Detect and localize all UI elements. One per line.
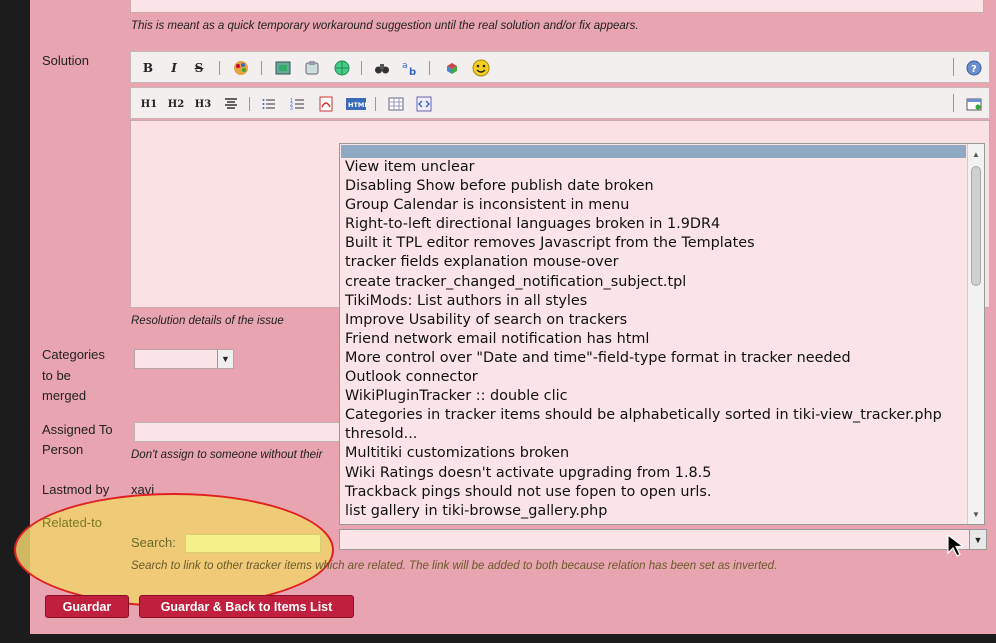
code-plugin-icon[interactable]	[415, 95, 433, 113]
strike-button[interactable]: S	[191, 59, 207, 77]
related-options-list[interactable]: View item unclear Disabling Show before p…	[339, 143, 985, 525]
related-option[interactable]: View item unclear	[340, 158, 984, 177]
replace-icon[interactable]: ab	[401, 59, 421, 77]
mouse-pointer-icon	[947, 534, 963, 557]
related-search-input[interactable]	[185, 534, 321, 553]
categories-label-3: merged	[42, 388, 87, 403]
selected-empty-option[interactable]	[341, 145, 966, 158]
related-option[interactable]: Friend network email notification has ht…	[340, 330, 984, 349]
chevron-down-icon[interactable]: ▼	[969, 530, 986, 549]
related-option[interactable]: tracker fields explanation mouse-over	[340, 253, 984, 272]
related-option[interactable]: Wiki Ratings doesn't activate upgrading …	[340, 464, 984, 483]
align-center-icon[interactable]	[223, 95, 239, 113]
pdf-icon[interactable]	[317, 95, 335, 113]
link-globe-icon[interactable]	[333, 59, 351, 77]
related-option[interactable]: Group Calendar is inconsistent in menu	[340, 196, 984, 215]
related-option[interactable]: Improve Usability of search on trackers	[340, 311, 984, 330]
unordered-list-icon[interactable]	[261, 95, 277, 113]
save-and-back-button[interactable]: Guardar & Back to Items List	[139, 595, 354, 618]
heading2-button[interactable]: H2	[166, 95, 186, 113]
related-option[interactable]: Categories in tracker items should be al…	[340, 406, 984, 425]
related-label: Related-to	[42, 515, 102, 530]
scroll-down-icon[interactable]: ▼	[968, 506, 984, 522]
find-binoculars-icon[interactable]	[373, 59, 391, 77]
editor-toolbar-2: H1 H2 H3 123 HTML	[130, 87, 990, 119]
editor-toolbar-1: B I S ab ?	[130, 51, 990, 83]
assigned-input[interactable]	[134, 422, 344, 442]
related-option[interactable]: Disabling Show before publish date broke…	[340, 177, 984, 196]
italic-button[interactable]: I	[167, 59, 181, 77]
fullscreen-icon[interactable]	[965, 95, 983, 113]
scroll-thumb[interactable]	[971, 166, 981, 286]
help-icon[interactable]: ?	[965, 59, 983, 77]
categories-select[interactable]: ▼	[134, 349, 234, 369]
related-option[interactable]: Trackback pings should not use fopen to …	[340, 483, 984, 502]
table-icon[interactable]	[387, 95, 405, 113]
ordered-list-icon[interactable]: 123	[289, 95, 305, 113]
heading3-button[interactable]: H3	[193, 95, 213, 113]
categories-label-2: to be	[42, 368, 71, 383]
related-option[interactable]: Multitiki customizations broken	[340, 444, 984, 463]
special-chars-icon[interactable]	[443, 59, 461, 77]
svg-text:a: a	[402, 61, 408, 71]
related-option[interactable]: Outlook connector	[340, 368, 984, 387]
smiley-icon[interactable]	[471, 59, 491, 77]
assigned-label-2: Person	[42, 442, 84, 457]
image-icon[interactable]	[274, 59, 292, 77]
related-option[interactable]: thresold...	[340, 425, 984, 444]
related-option[interactable]: Built it TPL editor removes Javascript f…	[340, 234, 984, 253]
related-option[interactable]: Right-to-left directional languages brok…	[340, 215, 984, 234]
svg-text:3: 3	[290, 106, 293, 111]
related-option[interactable]: list gallery in tiki-browse_gallery.php	[340, 502, 984, 521]
related-select[interactable]: ▼	[339, 529, 987, 550]
chevron-down-icon[interactable]: ▼	[217, 350, 233, 368]
assigned-help-text: Don't assign to someone without their	[131, 449, 323, 461]
scroll-up-icon[interactable]: ▲	[968, 146, 984, 162]
bold-button[interactable]: B	[141, 59, 155, 77]
solution-help-text: Resolution details of the issue	[131, 315, 284, 327]
file-gallery-icon[interactable]	[303, 59, 321, 77]
related-option[interactable]: More control over "Date and time"-field-…	[340, 349, 984, 368]
categories-label-1: Categories	[42, 347, 105, 362]
options-container: View item unclear Disabling Show before p…	[340, 158, 984, 521]
assigned-label-1: Assigned To	[42, 422, 113, 437]
html-icon[interactable]: HTML	[345, 95, 367, 113]
related-option[interactable]: WikiPluginTracker :: double clic	[340, 387, 984, 406]
heading1-button[interactable]: H1	[139, 95, 159, 113]
svg-text:HTML: HTML	[348, 101, 366, 109]
related-option[interactable]: create tracker_changed_notification_subj…	[340, 273, 984, 292]
related-search-label: Search:	[131, 535, 176, 550]
related-option[interactable]: TikiMods: List authors in all styles	[340, 292, 984, 311]
tracker-item-form: This is meant as a quick temporary worka…	[14, 0, 996, 634]
color-palette-icon[interactable]	[232, 59, 250, 77]
workaround-help-text: This is meant as a quick temporary worka…	[131, 20, 639, 32]
svg-text:b: b	[409, 67, 416, 76]
solution-label: Solution	[42, 53, 89, 68]
related-help-text: Search to link to other tracker items wh…	[131, 560, 778, 572]
lastmod-label: Lastmod by	[42, 482, 110, 497]
list-scrollbar[interactable]: ▲ ▼	[967, 144, 984, 524]
svg-text:?: ?	[971, 64, 977, 75]
previous-field-box	[130, 0, 984, 13]
save-button[interactable]: Guardar	[45, 595, 129, 618]
